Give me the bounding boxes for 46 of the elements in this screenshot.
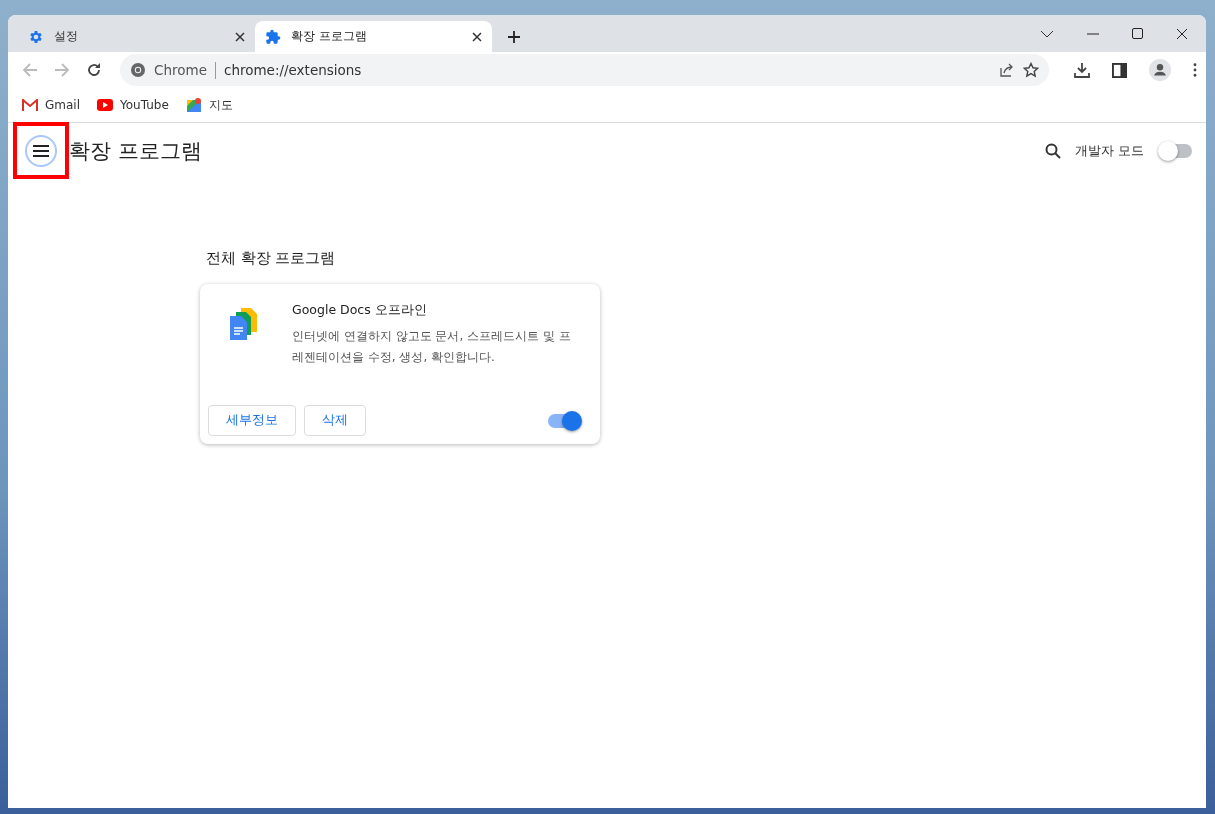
page-title: 확장 프로그램 [69,138,202,165]
gear-icon [28,28,44,45]
menu-button[interactable] [25,135,57,167]
menu-icon [33,145,49,157]
close-icon[interactable] [1176,27,1188,40]
side-panel-icon[interactable] [1112,62,1127,78]
browser-tab[interactable]: 확장 프로그램 [255,21,492,52]
tab-title: 확장 프로그램 [291,28,368,45]
extension-name: Google Docs 오프라인 [292,302,428,319]
bookmark[interactable]: 지도 [185,96,233,114]
reload-icon[interactable] [86,62,102,78]
tab-title: 설정 [54,28,79,45]
highlight-frame [13,122,69,179]
address-bar[interactable]: Chrome chrome://extensions [120,54,1049,86]
bookmark-label: YouTube [120,98,169,112]
chevron-down-icon[interactable] [1040,29,1054,38]
download-icon[interactable] [1074,62,1090,78]
card-button[interactable]: 세부정보 [208,405,296,436]
new-tab-icon[interactable] [507,29,521,44]
profile-icon[interactable] [1149,59,1171,81]
star-icon[interactable] [1023,62,1039,78]
section-title: 전체 확장 프로그램 [206,249,337,268]
bookmark-label: 지도 [208,96,233,114]
puzzle-icon [265,28,281,45]
search-icon[interactable] [1044,143,1061,159]
play-icon [97,99,113,111]
browser-tab[interactable]: 설정 [18,21,255,52]
developer-mode-toggle[interactable] [1160,144,1192,158]
close-icon[interactable] [235,31,245,42]
mail-icon [22,99,38,111]
url-text: chrome://extensions [223,62,362,78]
card-button[interactable]: 삭제 [304,405,366,436]
bookmark[interactable]: YouTube [97,98,169,112]
site-label: Chrome [154,62,207,78]
extension-description: 인터넷에 연결하지 않고도 문서, 스프레드시트 및 프레젠테이션을 수정, 생성, 확인합니다. [292,328,571,366]
map-icon [185,97,202,113]
maximize-icon[interactable] [1132,28,1143,39]
bookmark-label: Gmail [45,98,80,112]
chrome-logo-icon [130,62,146,78]
bookmark[interactable]: Gmail [22,98,80,112]
menu-icon[interactable] [1193,63,1197,77]
developer-mode-label: 개발자 모드 [1074,142,1144,160]
share-icon[interactable] [999,62,1015,78]
minimize-icon[interactable] [1087,32,1099,35]
extension-toggle[interactable] [548,413,580,428]
close-icon[interactable] [472,31,482,42]
